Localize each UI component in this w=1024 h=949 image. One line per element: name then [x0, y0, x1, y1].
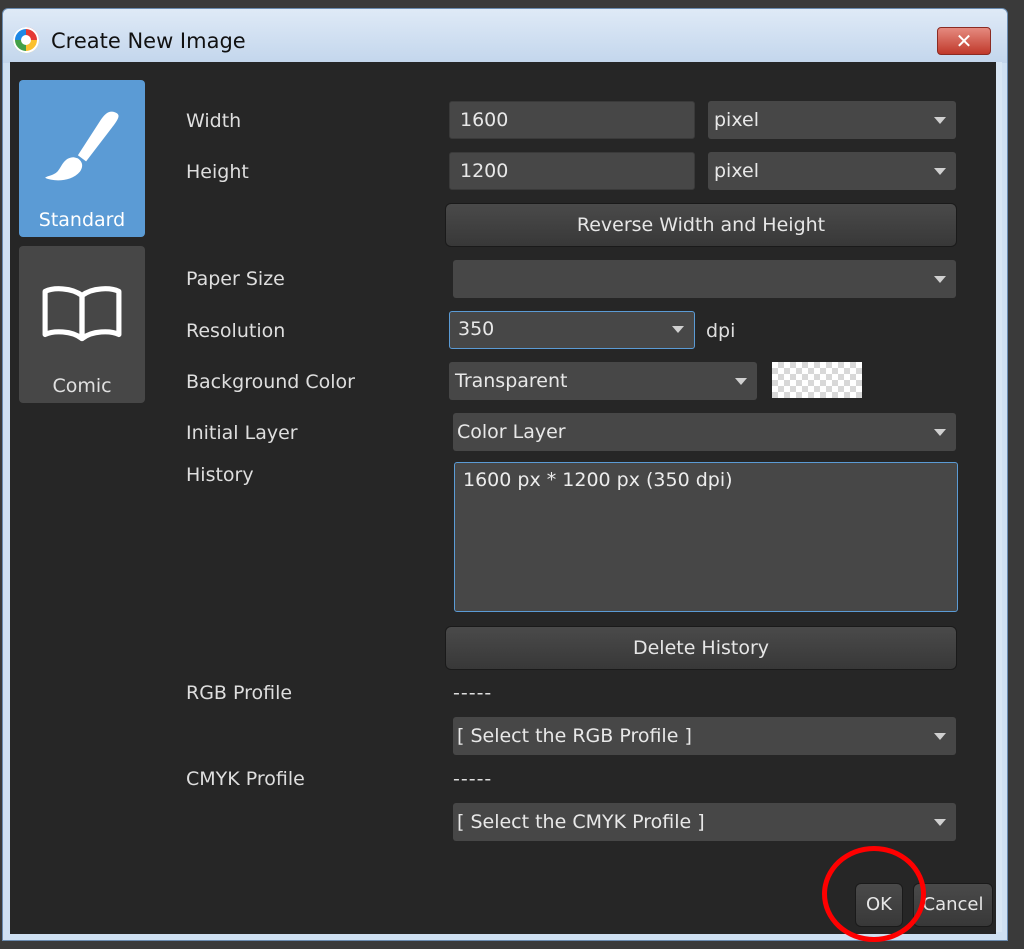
cmyk-profile-current: ----- — [453, 768, 493, 790]
resolution-label: Resolution — [186, 320, 286, 342]
close-button[interactable]: ✕ — [937, 27, 991, 55]
initial-layer-select[interactable]: Color Layer — [453, 413, 956, 451]
rgb-profile-select[interactable]: [ Select the RGB Profile ] — [453, 717, 956, 755]
dialog-body: Standard Comic Width 1600 pixel Height 1… — [10, 62, 996, 934]
cmyk-profile-select[interactable]: [ Select the CMYK Profile ] — [453, 803, 956, 841]
width-input[interactable]: 1600 — [449, 101, 695, 139]
nav-standard[interactable]: Standard — [19, 80, 145, 237]
width-unit-select[interactable]: pixel — [708, 101, 956, 139]
initial-layer-value: Color Layer — [457, 421, 566, 443]
title-bar[interactable]: Create New Image ✕ — [3, 9, 1007, 63]
ok-button[interactable]: OK — [855, 883, 903, 927]
chevron-down-icon — [735, 378, 747, 385]
background-color-select[interactable]: Transparent — [449, 362, 757, 400]
brush-icon — [45, 111, 119, 181]
cancel-button[interactable]: Cancel — [913, 883, 993, 927]
chevron-down-icon — [934, 168, 946, 175]
delete-history-button[interactable]: Delete History — [445, 626, 957, 670]
rgb-profile-current: ----- — [453, 682, 493, 704]
width-unit-value: pixel — [714, 109, 759, 131]
resolution-unit: dpi — [706, 320, 736, 342]
background-color-value: Transparent — [455, 370, 568, 392]
nav-comic-label: Comic — [52, 375, 112, 397]
paper-size-label: Paper Size — [186, 268, 285, 290]
width-label: Width — [186, 110, 242, 132]
chevron-down-icon — [934, 117, 946, 124]
nav-standard-label: Standard — [38, 209, 126, 231]
history-list[interactable]: 1600 px * 1200 px (350 dpi) — [454, 462, 958, 612]
height-unit-select[interactable]: pixel — [708, 152, 956, 190]
nav-comic[interactable]: Comic — [19, 246, 145, 403]
chevron-down-icon — [672, 326, 684, 333]
reverse-width-height-button[interactable]: Reverse Width and Height — [445, 203, 957, 247]
book-icon — [42, 286, 122, 342]
chevron-down-icon — [934, 276, 946, 283]
height-unit-value: pixel — [714, 160, 759, 182]
rgb-profile-label: RGB Profile — [186, 682, 293, 704]
transparent-color-swatch[interactable] — [772, 362, 862, 398]
background-color-label: Background Color — [186, 371, 355, 393]
history-entry[interactable]: 1600 px * 1200 px (350 dpi) — [463, 469, 949, 491]
initial-layer-label: Initial Layer — [186, 422, 298, 444]
chevron-down-icon — [934, 733, 946, 740]
height-label: Height — [186, 161, 249, 183]
rgb-profile-select-value: [ Select the RGB Profile ] — [457, 725, 692, 747]
paper-size-select[interactable] — [453, 260, 956, 298]
cmyk-profile-select-value: [ Select the CMYK Profile ] — [457, 811, 705, 833]
resolution-combo[interactable]: 350 — [449, 311, 695, 349]
cmyk-profile-label: CMYK Profile — [186, 768, 305, 790]
history-label: History — [186, 464, 254, 486]
chevron-down-icon — [934, 429, 946, 436]
chevron-down-icon — [934, 819, 946, 826]
height-input[interactable]: 1200 — [449, 152, 695, 190]
dialog-title: Create New Image — [51, 29, 246, 53]
resolution-value: 350 — [458, 318, 495, 340]
window-border — [996, 62, 1002, 932]
app-logo-icon — [13, 27, 39, 53]
